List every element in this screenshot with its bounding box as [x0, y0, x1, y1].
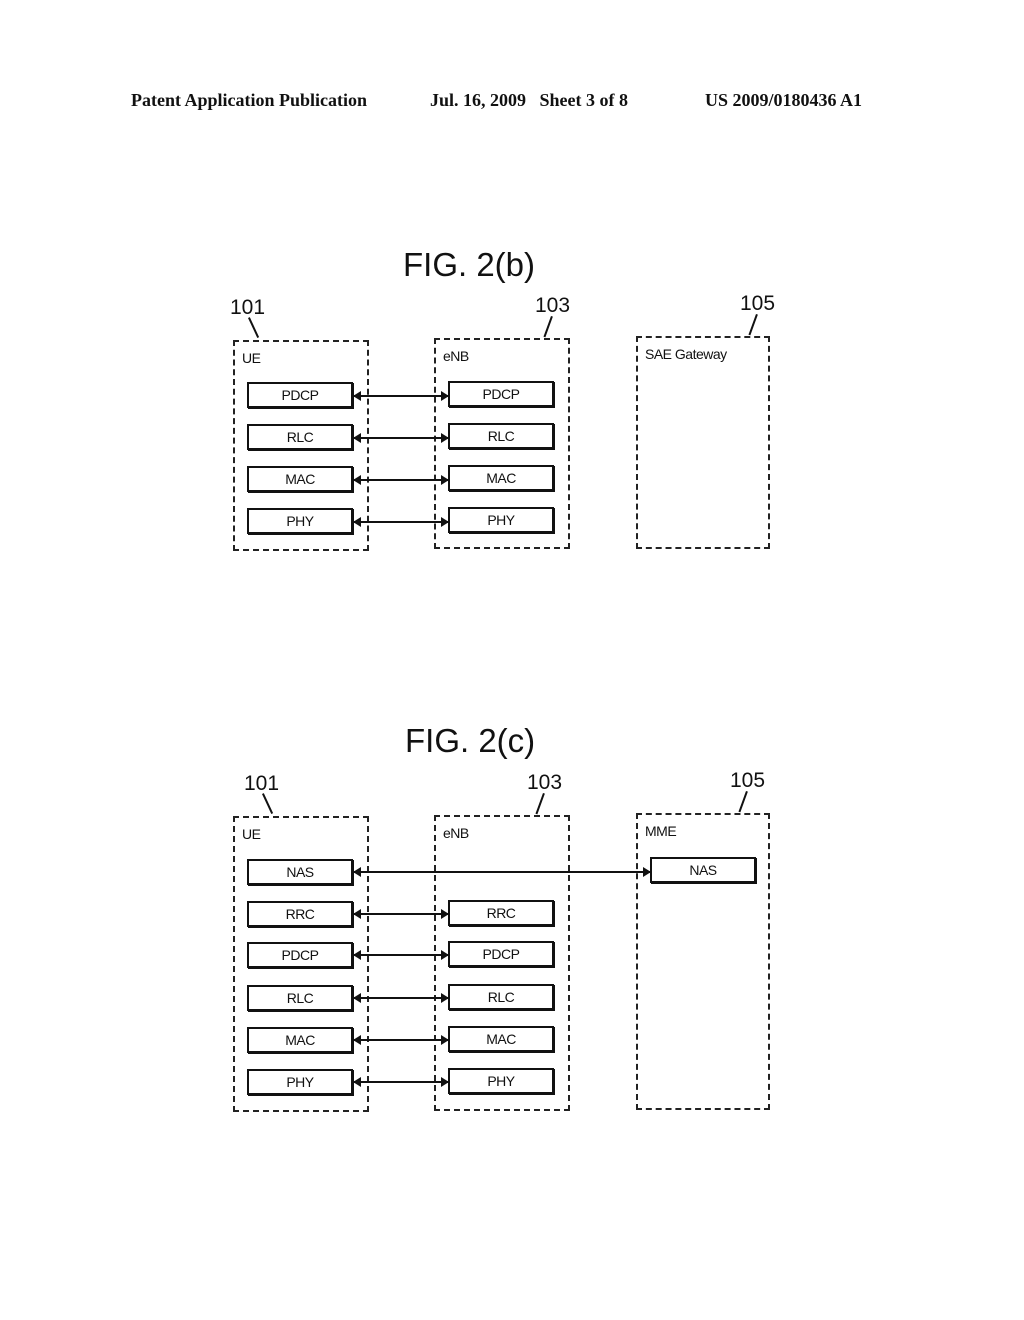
link-pdcp-arrow — [353, 950, 449, 960]
enb-phy-layer: PHY — [448, 1068, 554, 1094]
ref-101-leader — [248, 317, 260, 338]
ref-105-leader — [738, 791, 748, 813]
ue-mac-layer: MAC — [247, 1027, 353, 1053]
ue-pdcp-layer: PDCP — [247, 382, 353, 408]
ue-phy-layer: PHY — [247, 1069, 353, 1095]
enb-node-label: eNB — [443, 348, 469, 364]
link-nas-arrow — [353, 867, 651, 877]
enb-rrc-layer: RRC — [448, 900, 554, 926]
ue-rlc-layer: RLC — [247, 424, 353, 450]
link-mac-arrow — [353, 475, 449, 485]
link-phy-arrow — [353, 1077, 449, 1087]
figure-2c-title: FIG. 2(c) — [405, 722, 536, 759]
ref-105: 105 — [740, 292, 776, 315]
ref-105: 105 — [730, 769, 766, 792]
publication-label: Patent Application Publication — [131, 90, 368, 110]
ref-105-leader — [748, 314, 758, 336]
ref-103-leader — [535, 793, 545, 815]
enb-rlc-layer: RLC — [448, 984, 554, 1010]
date-sheet-label: Jul. 16, 2009 Sheet 3 of 8 — [430, 90, 628, 110]
ref-103: 103 — [535, 294, 571, 317]
enb-rlc-layer: RLC — [448, 423, 554, 449]
link-rlc-arrow — [353, 993, 449, 1003]
ue-phy-layer: PHY — [247, 508, 353, 534]
link-rrc-arrow — [353, 909, 449, 919]
enb-mac-layer: MAC — [448, 465, 554, 491]
ue-mac-layer: MAC — [247, 466, 353, 492]
ref-103: 103 — [527, 771, 563, 794]
ue-rrc-layer: RRC — [247, 901, 353, 927]
enb-phy-layer: PHY — [448, 507, 554, 533]
ue-pdcp-layer: PDCP — [247, 942, 353, 968]
sae-gateway-node-label: SAE Gateway — [645, 346, 727, 362]
mme-node-label: MME — [645, 823, 677, 839]
enb-node-label: eNB — [443, 825, 469, 841]
link-pdcp-arrow — [353, 391, 449, 401]
link-mac-arrow — [353, 1035, 449, 1045]
link-phy-arrow — [353, 517, 449, 527]
ue-node-label: UE — [242, 350, 261, 366]
ref-101: 101 — [230, 296, 266, 319]
ue-rlc-layer: RLC — [247, 985, 353, 1011]
ue-node-label: UE — [242, 826, 261, 842]
figure-2b-title: FIG. 2(b) — [403, 246, 536, 283]
ue-nas-layer: NAS — [247, 859, 353, 885]
ref-101: 101 — [244, 772, 280, 795]
ref-101-leader — [262, 793, 274, 814]
ref-103-leader — [543, 316, 553, 338]
enb-pdcp-layer: PDCP — [448, 381, 554, 407]
enb-pdcp-layer: PDCP — [448, 941, 554, 967]
mme-nas-layer: NAS — [650, 857, 756, 883]
enb-mac-layer: MAC — [448, 1026, 554, 1052]
link-rlc-arrow — [353, 433, 449, 443]
sae-gateway-node: SAE Gateway — [636, 336, 770, 549]
patent-number: US 2009/0180436 A1 — [705, 90, 863, 110]
